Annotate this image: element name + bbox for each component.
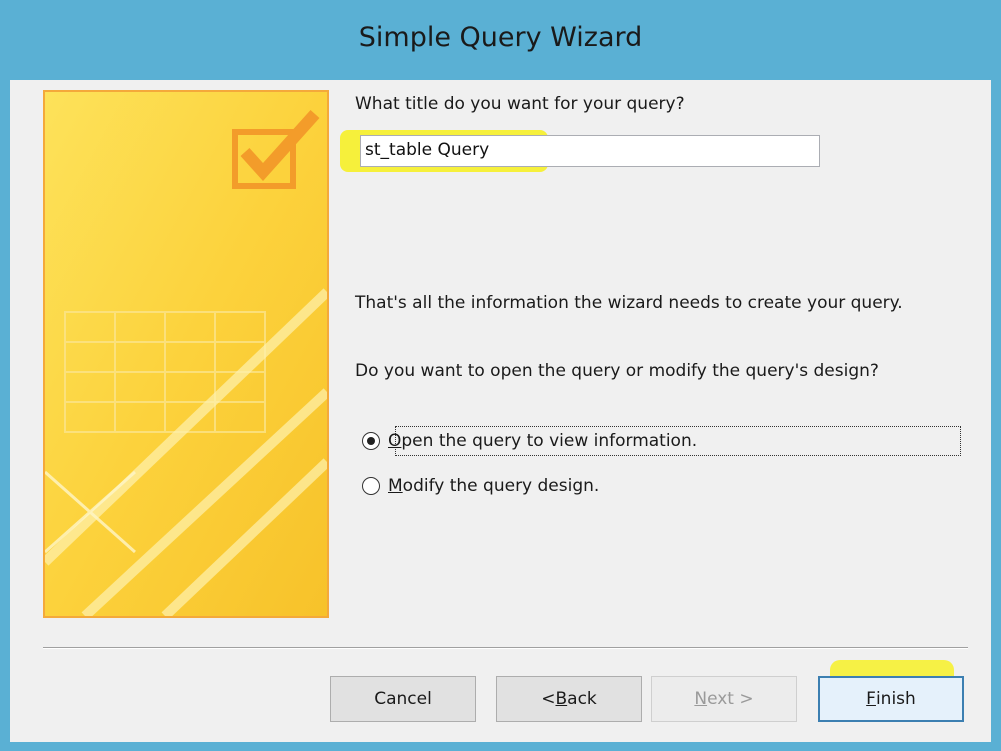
- question-text: Do you want to open the query or modify …: [355, 361, 879, 381]
- radio-open-query[interactable]: Open the query to view information.: [362, 428, 697, 454]
- back-button[interactable]: < Back: [496, 676, 642, 722]
- window-title: Simple Query Wizard: [358, 22, 643, 53]
- next-button[interactable]: Next >: [651, 676, 797, 722]
- cancel-button[interactable]: Cancel: [330, 676, 476, 722]
- info-text: That's all the information the wizard ne…: [355, 293, 903, 313]
- wizard-window: Simple Query Wizard What title do you wa…: [0, 0, 1001, 751]
- finish-button[interactable]: Finish: [818, 676, 964, 722]
- divider: [43, 647, 968, 649]
- illustration-graphic: [45, 92, 327, 616]
- wizard-body: What title do you want for your query? s…: [10, 80, 991, 742]
- radio-dot-modify[interactable]: [362, 477, 380, 495]
- radio-modify-design[interactable]: Modify the query design.: [362, 473, 599, 499]
- radio-modify-label[interactable]: Modify the query design.: [388, 476, 599, 496]
- title-prompt: What title do you want for your query?: [355, 94, 685, 114]
- query-title-value[interactable]: st_table Query: [365, 140, 489, 160]
- radio-dot-open[interactable]: [362, 432, 380, 450]
- title-bar[interactable]: Simple Query Wizard: [0, 0, 1001, 80]
- wizard-illustration: [43, 90, 329, 618]
- radio-open-label[interactable]: Open the query to view information.: [388, 431, 697, 451]
